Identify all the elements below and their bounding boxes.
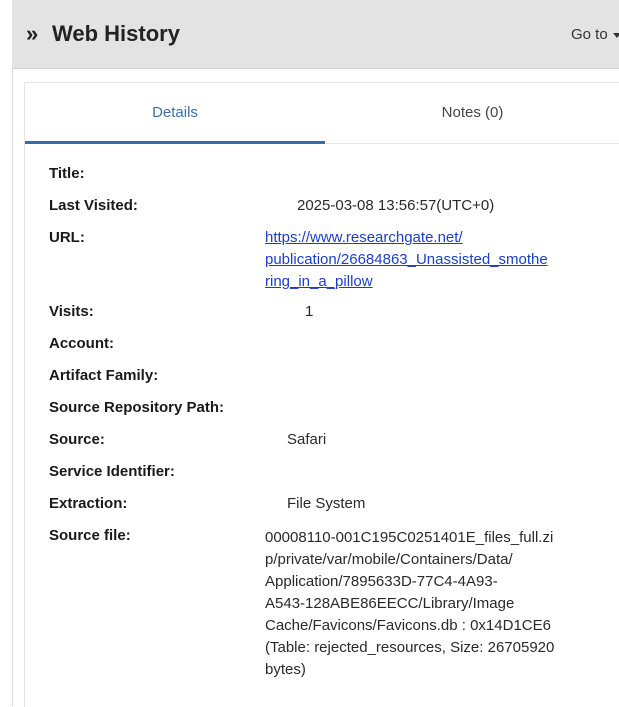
page-title: Web History — [52, 21, 180, 46]
url-line: publication/26684863_Unassisted_smothe — [265, 251, 548, 268]
url-line: ring_in_a_pillow — [265, 273, 373, 290]
source-file-line: bytes) — [265, 661, 306, 678]
chevron-down-icon — [612, 32, 619, 38]
active-tab-indicator — [25, 141, 325, 144]
url-link[interactable]: https://www.researchgate.net/ publicatio… — [265, 227, 610, 293]
source-file-line: (Table: rejected_resources, Size: 267059… — [265, 639, 555, 656]
source-label: Source: — [49, 431, 105, 448]
source-file-value: 00008110-001C195C0251401E_files_full.zi … — [265, 527, 610, 681]
visits-value: 1 — [305, 303, 314, 320]
tab-bar: Details Notes (0) — [25, 83, 619, 144]
artifact-family-label: Artifact Family: — [49, 367, 159, 384]
details-panel: Details Notes (0) Title: Last Visited: 2… — [24, 82, 619, 707]
url-label: URL: — [49, 229, 85, 246]
goto-dropdown[interactable]: Go to — [571, 25, 619, 45]
source-value: Safari — [287, 431, 327, 448]
account-label: Account: — [49, 335, 114, 352]
tab-notes-label: Notes (0) — [441, 104, 504, 121]
source-file-line: A543-128ABE86EECC/Library/Image — [265, 595, 515, 612]
goto-label: Go to — [571, 26, 608, 43]
source-file-line: Application/7895633D-77C4-4A93- — [265, 573, 498, 590]
source-repository-path-label: Source Repository Path: — [49, 399, 225, 416]
visits-label: Visits: — [49, 303, 94, 320]
extraction-value: File System — [287, 495, 366, 512]
source-file-line: 00008110-001C195C0251401E_files_full.zi — [265, 529, 554, 546]
tab-details-label: Details — [152, 104, 198, 121]
last-visited-value: 2025-03-08 13:56:57(UTC+0) — [297, 197, 495, 214]
section-header: » Web History Go to — [12, 0, 619, 69]
left-border — [0, 0, 13, 706]
title-label: Title: — [49, 165, 85, 182]
tab-details[interactable]: Details — [25, 83, 325, 144]
source-file-line: Cache/Favicons/Favicons.db : 0x14D1CE6 — [265, 617, 551, 634]
extraction-label: Extraction: — [49, 495, 128, 512]
tab-notes[interactable]: Notes (0) — [325, 83, 619, 143]
service-identifier-label: Service Identifier: — [49, 463, 175, 480]
url-line: https://www.researchgate.net/ — [265, 229, 463, 246]
source-file-line: p/private/var/mobile/Containers/Data/ — [265, 551, 513, 568]
expand-chevron-icon[interactable]: » — [26, 20, 38, 48]
source-file-label: Source file: — [49, 527, 131, 544]
last-visited-label: Last Visited: — [49, 197, 138, 214]
